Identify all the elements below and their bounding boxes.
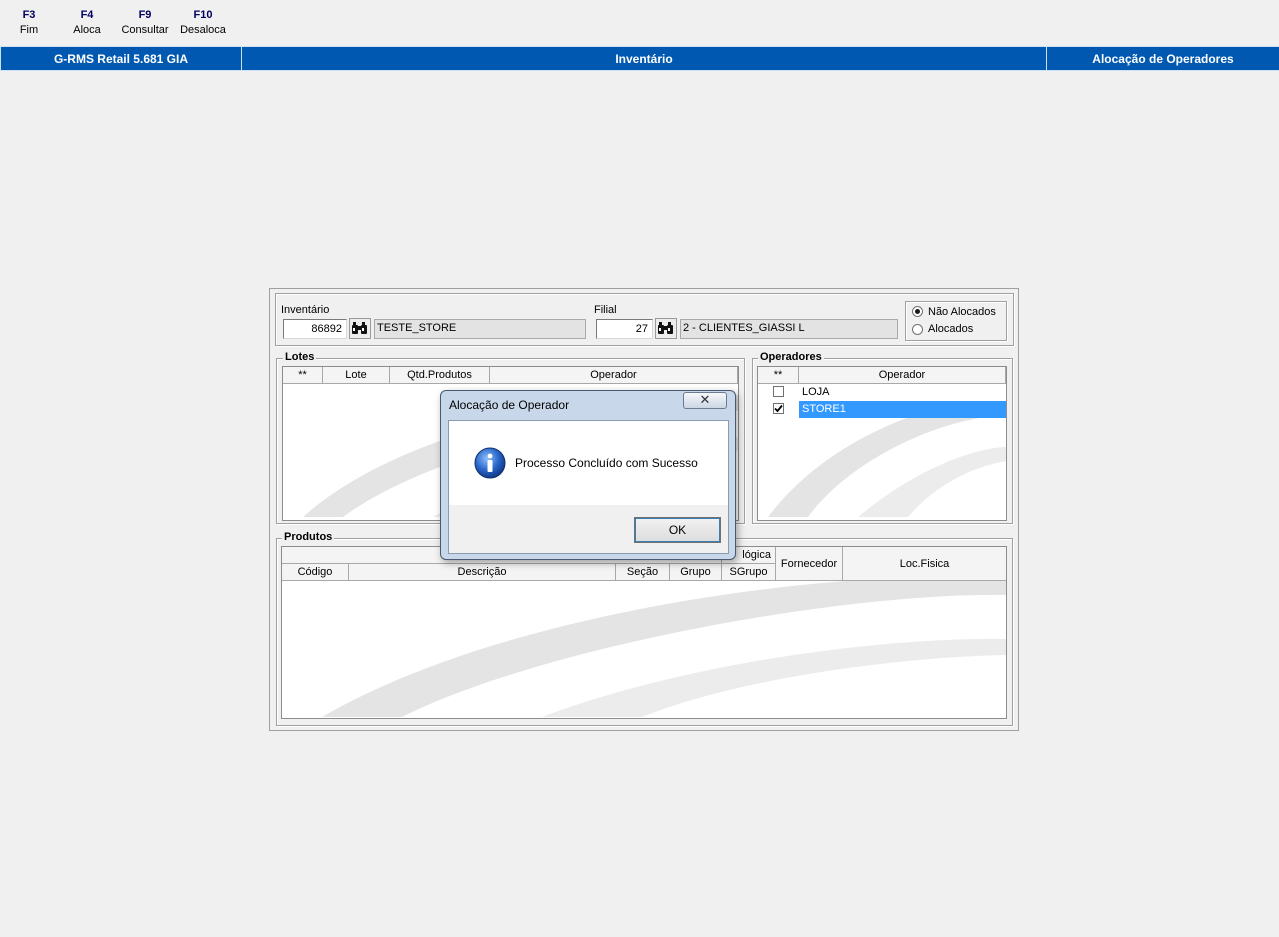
radio-nao-alocados-label[interactable]: Não Alocados [928, 306, 996, 318]
produtos-title: Produtos [282, 531, 335, 543]
radio-alocados[interactable] [912, 324, 923, 335]
inventario-search-button[interactable] [349, 318, 371, 339]
radio-alocados-label[interactable]: Alocados [928, 323, 973, 335]
f9-key-label: F9 [138, 9, 152, 21]
lotes-col-marker[interactable]: ** [283, 367, 323, 384]
operador-checkbox[interactable] [773, 403, 784, 414]
binoculars-icon [352, 322, 367, 334]
ok-button[interactable]: OK [634, 517, 721, 543]
f3-key-label: F3 [22, 9, 36, 21]
app-name: G-RMS Retail 5.681 GIA [0, 46, 241, 71]
filial-code-field[interactable]: 27 [596, 319, 653, 339]
produtos-col-codigo[interactable]: Código [282, 564, 349, 581]
lotes-col-operador[interactable]: Operador [490, 367, 738, 384]
f9-action-label: Consultar [121, 24, 169, 36]
operadores-col-operador[interactable]: Operador [799, 367, 1006, 384]
produtos-group-categoria-label: lógica [742, 549, 771, 561]
f3-action-label: Fim [19, 24, 39, 36]
operador-name: STORE1 [802, 403, 846, 415]
title-bar: G-RMS Retail 5.681 GIA Inventário Alocaç… [0, 46, 1279, 71]
inventario-description: TESTE_STORE [374, 319, 586, 339]
lotes-col-qtd-produtos[interactable]: Qtd.Produtos [390, 367, 490, 384]
operadores-col-marker[interactable]: ** [758, 367, 799, 384]
operadores-grid[interactable]: ** Operador LOJA STORE1 [757, 366, 1007, 521]
dialog-message-area: Processo Concluído com Sucesso [449, 421, 728, 505]
f10-action-label: Desaloca [180, 24, 226, 36]
produtos-grid[interactable]: Pr lógica Código Descrição Seção Grupo S… [281, 546, 1007, 719]
produtos-col-descricao[interactable]: Descrição [349, 564, 616, 581]
operador-name: LOJA [802, 386, 830, 398]
produtos-col-fornecedor[interactable]: Fornecedor [776, 547, 843, 581]
filial-description: 2 - CLIENTES_GIASSI L [680, 319, 898, 339]
operador-checkbox[interactable] [773, 386, 784, 397]
f4-action-label: Aloca [73, 24, 101, 36]
lotes-col-lote[interactable]: Lote [323, 367, 390, 384]
operador-row[interactable]: LOJA [758, 384, 1006, 401]
produtos-col-secao[interactable]: Seção [616, 564, 670, 581]
inventario-code-field[interactable]: 86892 [283, 319, 347, 339]
inventario-label: Inventário [281, 304, 330, 316]
f4-key-label: F4 [80, 9, 94, 21]
radio-nao-alocados[interactable] [912, 306, 923, 317]
message-dialog: Alocação de Operador ✕ Processo Concluíd… [440, 390, 736, 560]
dialog-body: Processo Concluído com Sucesso OK [448, 420, 729, 554]
module-name: Inventário [241, 46, 1046, 71]
f4-aloca-button[interactable]: F4 Aloca [57, 4, 117, 36]
lotes-title: Lotes [283, 351, 317, 363]
f10-desaloca-button[interactable]: F10 Desaloca [173, 4, 233, 36]
operador-row-check-cell[interactable] [758, 401, 799, 418]
filial-label: Filial [594, 304, 617, 316]
filial-search-button[interactable] [655, 318, 677, 339]
operadores-title: Operadores [758, 351, 824, 363]
info-icon [474, 447, 506, 479]
produtos-col-grupo[interactable]: Grupo [670, 564, 722, 581]
close-icon: ✕ [699, 392, 711, 407]
dialog-title: Alocação de Operador [449, 398, 570, 412]
produtos-col-sgrupo[interactable]: SGrupo [722, 564, 776, 581]
f9-consultar-button[interactable]: F9 Consultar [115, 4, 175, 36]
f3-fim-button[interactable]: F3 Fim [0, 4, 59, 36]
produtos-col-loc-fisica[interactable]: Loc.Fisica [843, 547, 1006, 581]
checkmark-icon [774, 404, 783, 413]
screen-name: Alocação de Operadores [1046, 46, 1279, 71]
dialog-message: Processo Concluído com Sucesso [515, 456, 698, 470]
f10-key-label: F10 [193, 9, 213, 21]
operador-row-selected[interactable]: STORE1 [799, 401, 1006, 418]
binoculars-icon [658, 322, 673, 334]
dialog-close-button[interactable]: ✕ [683, 392, 727, 409]
